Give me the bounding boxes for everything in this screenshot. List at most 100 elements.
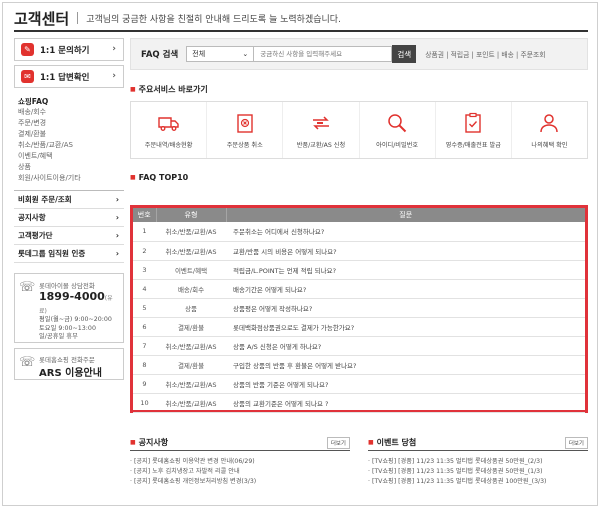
faq-question[interactable]: 교환/반품 시의 비용은 어떻게 되나요?: [226, 241, 585, 261]
category-item[interactable]: 취소/반품/교환/AS: [18, 140, 124, 151]
faq-row[interactable]: 4 배송/회수 배송기간은 어떻게 되나요?: [133, 279, 585, 299]
inquiry-button-label: 1:1 문의하기: [40, 45, 90, 56]
faq-row[interactable]: 10 취소/반품/교환/AS 상품의 교환기준은 어떻게 되나요 ?: [133, 393, 585, 413]
ars-info-box[interactable]: ☏ 롯데홈쇼핑 전화주문 ARS 이용안내: [14, 348, 124, 380]
phone-info-box: ☏ 롯데아이몰 상담전화 1899-4000(유료) 평일(월~금) 9:00~…: [14, 273, 124, 343]
category-item[interactable]: 결제/환불: [18, 129, 124, 140]
col-header-question: 질문: [226, 208, 585, 222]
faq-question[interactable]: 롯데백화점상품권으로도 결제가 가능한가요?: [226, 317, 585, 337]
faq-type: 상품: [156, 298, 226, 318]
faq-row[interactable]: 7 취소/반품/교환/AS 상품 A/S 신청은 어떻게 하나요?: [133, 336, 585, 356]
faq-search-label: FAQ 검색: [141, 50, 179, 60]
faq-row[interactable]: 9 취소/반품/교환/AS 상품의 반품 기준은 어떻게 되나요?: [133, 374, 585, 394]
event-item[interactable]: [TV쇼핑] [경품] 11/23 11:35 멀티탭 롯데상품권 50만원_(…: [368, 467, 588, 477]
service-return-exchange[interactable]: 반품/교환/AS 신청: [283, 102, 360, 158]
faq-row[interactable]: 1 취소/반품/교환/AS 주문취소는 어디에서 신청하나요?: [133, 222, 585, 242]
phone-icon: ☏: [19, 355, 36, 370]
chevron-right-icon: ›: [115, 213, 119, 222]
event-more-button[interactable]: 더보기: [564, 436, 588, 449]
faq-num: 1: [133, 222, 156, 242]
col-header-num: 번호: [133, 208, 157, 222]
sidebar-item-employee-auth[interactable]: 롯데그룹 임직원 인증 ›: [14, 245, 124, 263]
receipt-icon: [465, 112, 481, 133]
faq-question[interactable]: 배송기간은 어떻게 되나요?: [226, 279, 585, 299]
faq-question[interactable]: 주문취소는 어디에서 신청하나요?: [226, 222, 585, 242]
page-title: 고객센터: [14, 9, 70, 28]
select-value: 전체: [192, 50, 206, 58]
service-receipt[interactable]: 영수증/매출전표 발급: [436, 102, 512, 158]
bullet-icon: ■: [130, 86, 136, 93]
service-id-password[interactable]: 아이디/비밀번호: [360, 102, 436, 158]
faq-row[interactable]: 3 이벤트/혜택 적립금/L.POINT는 언제 적립 되나요?: [133, 260, 585, 280]
faq-question[interactable]: 상품의 교환기준은 어떻게 되나요 ?: [226, 393, 585, 413]
notice-title: ■ 공지사항: [130, 438, 169, 447]
faq-num: 10: [133, 393, 156, 413]
title-divider: [77, 12, 79, 24]
faq-type: 이벤트/혜택: [156, 260, 226, 280]
bullet-icon: ■: [130, 439, 136, 446]
faq-type: 결제/환불: [156, 355, 226, 375]
sidebar-item-guest-order[interactable]: 비회원 주문/조회 ›: [14, 191, 124, 209]
sidebar: ✎ 1:1 문의하기 › ✉ 1:1 답변확인 › 쇼핑FAQ 배송/회수 주문…: [14, 38, 124, 380]
faq-row[interactable]: 8 결제/환불 구입한 상품의 반품 후 환불은 어떻게 받나요?: [133, 355, 585, 375]
chevron-right-icon: ›: [115, 231, 119, 240]
service-order-cancel[interactable]: 주문상품 취소: [207, 102, 284, 158]
answer-check-button[interactable]: ✉ 1:1 답변확인 ›: [14, 65, 124, 88]
sidebar-item-evaluators[interactable]: 고객평가단 ›: [14, 227, 124, 245]
faq-question[interactable]: 상품평은 어떻게 작성하나요?: [226, 298, 585, 318]
faq-search-bar: FAQ 검색 전체 ⌄ 검색 상품권 | 적립금 | 포인트 | 배송 | 주문…: [130, 38, 588, 70]
faq-num: 8: [133, 355, 156, 375]
search-button[interactable]: 검색: [392, 45, 417, 63]
faq-type: 취소/반품/교환/AS: [156, 336, 226, 356]
col-header-type: 유형: [156, 208, 227, 222]
cancel-box-icon: [237, 114, 253, 133]
hours-holiday: 일/공휴일 휴무: [39, 333, 78, 340]
faq-row[interactable]: 5 상품 상품평은 어떻게 작성하나요?: [133, 298, 585, 318]
faq-question[interactable]: 구입한 상품의 반품 후 환불은 어떻게 받나요?: [226, 355, 585, 375]
faq-num: 2: [133, 241, 156, 261]
chevron-right-icon: ›: [112, 44, 116, 54]
chevron-right-icon: ›: [115, 195, 119, 204]
faq-type: 배송/회수: [156, 279, 226, 299]
faq-row[interactable]: 2 취소/반품/교환/AS 교환/반품 시의 비용은 어떻게 되나요?: [133, 241, 585, 261]
category-item[interactable]: 주문/변경: [18, 118, 124, 129]
phone-number: 1899-4000(유료): [39, 290, 113, 315]
chat-icon: ✎: [21, 43, 34, 56]
event-item[interactable]: [TV쇼핑] [경품] 11/23 11:35 멀티탭 롯데상품권 100만원_…: [368, 477, 588, 487]
notice-item[interactable]: [공지] 롯데홈쇼핑 이용약관 변경 안내(06/29): [130, 457, 350, 467]
sidebar-item-notice[interactable]: 공지사항 ›: [14, 209, 124, 227]
faq-top10-title: ■ FAQ TOP10: [130, 173, 189, 182]
phone-icon: ☏: [19, 280, 36, 295]
faq-type: 취소/반품/교환/AS: [156, 374, 226, 394]
exchange-icon: [312, 116, 329, 130]
bullet-icon: ■: [130, 174, 136, 181]
faq-question[interactable]: 적립금/L.POINT는 언제 적립 되나요?: [226, 260, 585, 280]
faq-top10-highlight: 번호 유형 질문 1 취소/반품/교환/AS 주문취소는 어디에서 신청하나요? 2…: [130, 205, 588, 413]
sidebar-item-label: 고객평가단: [18, 231, 53, 240]
faq-table: 번호 유형 질문 1 취소/반품/교환/AS 주문취소는 어디에서 신청하나요? 2…: [133, 208, 585, 413]
page-header: 고객센터 고객님의 궁금한 사항을 친절히 안내해 드리도록 늘 노력하겠습니다…: [14, 6, 588, 32]
service-label: 주문내역/배송현황: [144, 142, 193, 149]
search-category-select[interactable]: 전체 ⌄: [186, 46, 255, 62]
event-item[interactable]: [TV쇼핑] [경품] 11/23 11:35 멀티탭 롯데상품권 50만원_(…: [368, 457, 588, 467]
inquiry-button[interactable]: ✎ 1:1 문의하기 ›: [14, 38, 124, 61]
notice-item[interactable]: [공지] 롯데홈쇼핑 개인정보처리방침 변경(3/3): [130, 477, 350, 487]
notice-more-button[interactable]: 더보기: [326, 436, 350, 449]
notice-item[interactable]: [공지] 노후 김치냉장고 자발적 리콜 안내: [130, 467, 350, 477]
faq-question[interactable]: 상품 A/S 신청은 어떻게 하나요?: [226, 336, 585, 356]
search-input[interactable]: [254, 46, 393, 62]
hours-weekday: 평일(월~금) 9:00~20:00: [39, 316, 112, 323]
faq-type: 취소/반품/교환/AS: [156, 241, 226, 261]
category-item[interactable]: 회원/사이트이용/기타: [18, 173, 124, 184]
category-item[interactable]: 상품: [18, 162, 124, 173]
faq-type: 취소/반품/교환/AS: [156, 393, 226, 413]
category-item[interactable]: 이벤트/혜택: [18, 151, 124, 162]
category-item[interactable]: 배송/회수: [18, 107, 124, 118]
faq-question[interactable]: 상품의 반품 기준은 어떻게 되나요?: [226, 374, 585, 394]
faq-num: 3: [133, 260, 156, 280]
faq-row[interactable]: 6 결제/환불 롯데백화점상품권으로도 결제가 가능한가요?: [133, 317, 585, 337]
quick-links[interactable]: 상품권 | 적립금 | 포인트 | 배송 | 주문조회: [425, 49, 545, 59]
service-order-tracking[interactable]: 주문내역/배송현황: [131, 102, 208, 158]
faq-num: 6: [133, 317, 156, 337]
service-my-benefits[interactable]: 나의혜택 확인: [512, 102, 587, 158]
